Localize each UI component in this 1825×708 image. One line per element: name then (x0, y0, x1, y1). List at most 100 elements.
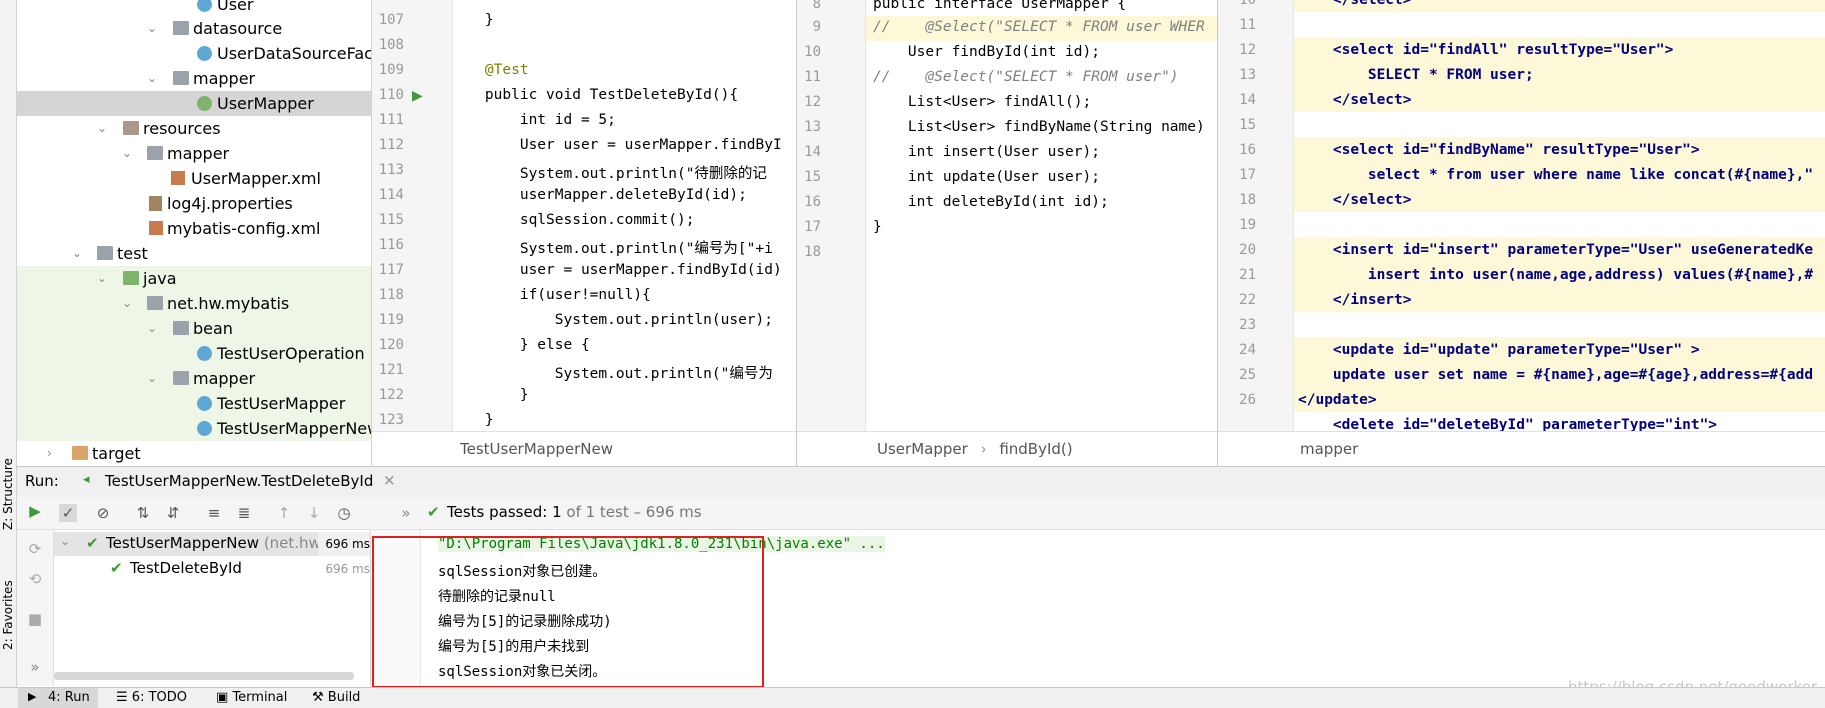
horizontal-scrollbar[interactable] (54, 672, 354, 680)
code-line: User findById(int id); (873, 44, 1100, 60)
line-number: 24 (1239, 342, 1256, 358)
code-line: } (873, 219, 882, 235)
tree-item[interactable]: ⌄ mapper (17, 66, 371, 91)
tree-item[interactable]: ⌄ mapper (17, 366, 371, 391)
code-line: insert into user(name,age,address) value… (1298, 267, 1814, 283)
line-number: 17 (804, 219, 821, 235)
tree-item[interactable]: TestUserMapperNew (17, 416, 371, 441)
tree-item[interactable]: ⌄ net.hw.mybatis (17, 291, 371, 316)
editor-interface[interactable]: 8 9 10 11 12 13 14 15 16 17 18 public in… (797, 0, 1217, 466)
tree-item-selected[interactable]: UserMapper (17, 91, 371, 116)
chevron-down-icon[interactable]: ⌄ (97, 266, 109, 291)
show-ignored-icon[interactable]: ⊘ (94, 504, 112, 522)
build-icon: ⚒ (312, 690, 324, 705)
terminal-icon: ▣ (216, 690, 229, 705)
chevron-down-icon[interactable]: ⌄ (122, 291, 134, 316)
code-line: System.out.println(user); (450, 312, 774, 328)
tree-item[interactable]: ⌄ mapper (17, 141, 371, 166)
tab-terminal[interactable]: ▣ Terminal (216, 690, 287, 705)
tree-item[interactable]: UserDataSourceFacto (17, 41, 371, 66)
line-number: 122 (378, 387, 404, 403)
chevron-down-icon[interactable]: ⌄ (97, 116, 109, 141)
line-number: 11 (804, 69, 821, 85)
package-icon (147, 296, 163, 310)
code-line: sqlSession.commit(); (450, 212, 695, 228)
tree-item[interactable]: ⌄ resources (17, 116, 371, 141)
more-icon[interactable]: » (397, 504, 415, 522)
code-line: } (450, 412, 494, 428)
project-tree: User ⌄ datasource UserDataSourceFacto ⌄ … (17, 0, 372, 466)
code-line: <select id="findByName" resultType="User… (1298, 142, 1700, 158)
previous-icon[interactable]: ↑ (275, 504, 293, 522)
next-icon[interactable]: ↓ (305, 504, 323, 522)
rerun-failed-icon[interactable]: ⟳ (26, 540, 44, 558)
structure-tab[interactable]: Z: Structure (1, 458, 15, 530)
code-line: if(user!=null){ (450, 287, 651, 303)
history-icon[interactable]: ◷ (335, 504, 353, 522)
editor-xml-mapper[interactable]: 10 11 12 13 14 15 16 17 18 19 20 21 22 2… (1218, 0, 1825, 466)
code-line: </select> (1298, 92, 1412, 108)
chevron-down-icon[interactable]: ⌄ (147, 16, 159, 41)
console-output[interactable]: "D:\Program Files\Java\jdk1.8.0_231\bin\… (372, 530, 1825, 686)
run-tab-title[interactable]: TestUserMapperNew.TestDeleteById (105, 472, 373, 490)
stop-icon[interactable]: ■ (26, 610, 44, 628)
sort-duration-icon[interactable]: ⇵ (164, 504, 182, 522)
test-row-method[interactable]: ✔ TestDeleteById 696 ms (54, 557, 370, 581)
chevron-down-icon[interactable]: ⌄ (147, 66, 159, 91)
tree-item[interactable]: ⌄ bean (17, 316, 371, 341)
breadcrumb-method[interactable]: findById() (999, 440, 1072, 458)
more-icon[interactable]: » (26, 658, 44, 676)
toggle-autotest-icon[interactable]: ⟲ (26, 570, 44, 588)
code-line: @Test (450, 62, 529, 78)
tree-item[interactable]: UserMapper.xml (17, 166, 371, 191)
line-number: 119 (378, 312, 404, 328)
line-number: 112 (378, 137, 404, 153)
line-number: 26 (1239, 392, 1256, 408)
rerun-icon[interactable]: ▶ (26, 502, 44, 520)
code-line: </select> (1298, 0, 1412, 8)
line-number: 12 (804, 94, 821, 110)
todo-icon: ☰ (116, 690, 128, 705)
test-class-icon (197, 396, 212, 411)
chevron-down-icon[interactable]: ⌄ (60, 534, 70, 548)
close-icon[interactable]: × (383, 471, 396, 489)
tree-item[interactable]: log4j.properties (17, 191, 371, 216)
line-number: 15 (804, 169, 821, 185)
collapse-all-icon[interactable]: ≣ (235, 504, 253, 522)
tree-item[interactable]: › target (17, 441, 371, 466)
tree-item[interactable]: TestUserOperation (17, 341, 371, 366)
tree-item[interactable]: ⌄ datasource (17, 16, 371, 41)
tree-item[interactable]: ⌄ java (17, 266, 371, 291)
line-number: 116 (378, 237, 404, 253)
test-method-label: TestDeleteById (130, 559, 242, 577)
passed-check-icon: ✔ (86, 534, 99, 552)
breadcrumb[interactable]: TestUserMapperNew (372, 431, 796, 466)
tab-run[interactable]: ▶ 4: Run (18, 688, 98, 708)
tree-item[interactable]: TestUserMapper (17, 391, 371, 416)
console-line: 待删除的记录null (438, 589, 556, 605)
favorites-tab[interactable]: 2: Favorites (1, 580, 15, 650)
test-results-tree: ⌄ ✔ TestUserMapperNew (net.hw.myba 696 m… (54, 530, 371, 686)
show-passed-icon[interactable]: ✓ (59, 504, 77, 522)
line-number: 14 (1239, 92, 1256, 108)
chevron-down-icon[interactable]: ⌄ (147, 316, 159, 341)
tree-item[interactable]: mybatis-config.xml (17, 216, 371, 241)
chevron-down-icon[interactable]: ⌄ (72, 241, 84, 266)
code-line: SELECT * FROM user; (1298, 67, 1534, 83)
tree-item[interactable]: User (17, 0, 371, 17)
test-row-suite[interactable]: ⌄ ✔ TestUserMapperNew (net.hw.myba 696 m… (54, 532, 370, 556)
breadcrumb[interactable]: mapper (1218, 431, 1825, 466)
chevron-right-icon[interactable]: › (47, 441, 59, 466)
chevron-down-icon[interactable]: ⌄ (147, 366, 159, 391)
tab-build[interactable]: ⚒ Build (312, 690, 360, 705)
editor-test-class[interactable]: 107 108 109 110 111 112 113 114 115 116 … (372, 0, 796, 466)
tab-todo[interactable]: ☰ 6: TODO (116, 690, 187, 705)
expand-all-icon[interactable]: ≡ (205, 504, 223, 522)
breadcrumb: UserMapper › findById() (797, 431, 1217, 466)
sort-alpha-icon[interactable]: ⇅ (134, 504, 152, 522)
run-test-icon[interactable]: ▶ (412, 88, 423, 104)
line-number: 121 (378, 362, 404, 378)
tree-item[interactable]: ⌄ test (17, 241, 371, 266)
chevron-down-icon[interactable]: ⌄ (122, 141, 134, 166)
breadcrumb-file[interactable]: UserMapper (877, 440, 968, 458)
